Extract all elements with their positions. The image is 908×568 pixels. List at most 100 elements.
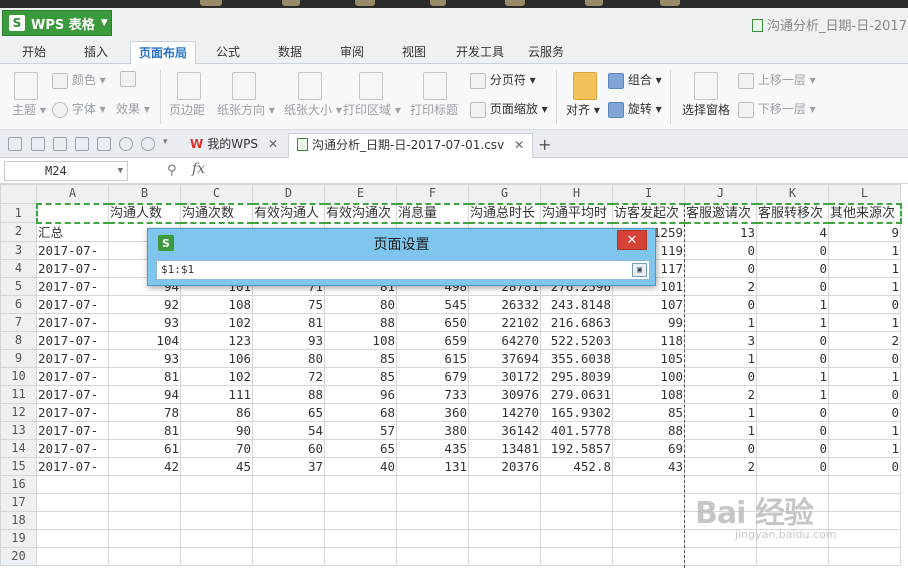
cell[interactable]: 1 (756, 294, 829, 314)
cell[interactable] (540, 492, 613, 512)
cell[interactable]: 192.5857 (540, 438, 613, 458)
cell[interactable]: 106 (180, 348, 253, 368)
cell[interactable] (36, 510, 109, 530)
cell[interactable]: 64270 (468, 330, 541, 350)
column-header[interactable]: G (468, 184, 541, 204)
cell[interactable]: 汇总 (36, 222, 109, 242)
cell[interactable]: 4 (756, 222, 829, 242)
cell[interactable] (396, 546, 469, 566)
print-titles-button[interactable]: 打印标题 (410, 101, 458, 118)
cell[interactable]: 2017-07- (36, 366, 109, 386)
cell[interactable]: 295.8039 (540, 366, 613, 386)
tab-page-layout[interactable]: 页面布局 (130, 41, 197, 64)
cell[interactable] (612, 546, 685, 566)
align-button[interactable]: 对齐 ▾ (566, 101, 600, 118)
cell[interactable]: 99 (612, 312, 685, 332)
cell[interactable]: 其他来源次 (828, 202, 902, 224)
cell[interactable]: 14270 (468, 402, 541, 422)
cell[interactable] (324, 528, 397, 548)
row-header[interactable]: 16 (0, 474, 37, 494)
cell[interactable]: 72 (252, 366, 325, 386)
cell[interactable]: 108 (324, 330, 397, 350)
page-break-button[interactable]: 分页符 ▾ (470, 71, 536, 89)
column-header[interactable]: I (612, 184, 685, 204)
magnifier-icon[interactable]: ⚲ (167, 163, 177, 178)
color-button[interactable]: 颜色 ▾ (52, 71, 106, 89)
cell[interactable] (180, 546, 253, 566)
cell[interactable]: 访客发起次 (612, 202, 685, 224)
cell[interactable] (612, 492, 685, 512)
cell[interactable]: 81 (108, 366, 181, 386)
cell[interactable]: 2017-07- (36, 276, 109, 296)
cell[interactable]: 452.8 (540, 456, 613, 476)
cell[interactable]: 1 (828, 240, 901, 260)
cell[interactable]: 0 (756, 348, 829, 368)
tab-home[interactable]: 开始 (14, 41, 54, 64)
cell[interactable]: 1 (828, 420, 901, 440)
cell[interactable]: 0 (828, 384, 901, 404)
tab-formulas[interactable]: 公式 (208, 41, 248, 64)
cell[interactable]: 2 (684, 456, 757, 476)
cell[interactable]: 0 (756, 438, 829, 458)
cell[interactable]: 2017-07- (36, 402, 109, 422)
paper-size-button[interactable]: 纸张大小 ▾ (284, 101, 342, 118)
cell[interactable]: 545 (396, 294, 469, 314)
font-button[interactable]: 字体 ▾ (52, 100, 106, 118)
cell[interactable] (540, 510, 613, 530)
cell[interactable] (396, 492, 469, 512)
cell[interactable]: 0 (828, 294, 901, 314)
cell[interactable]: 30976 (468, 384, 541, 404)
print-preview-icon[interactable] (97, 137, 111, 151)
cell[interactable] (828, 510, 901, 530)
cell[interactable] (828, 546, 901, 566)
cell[interactable]: 75 (252, 294, 325, 314)
cell[interactable]: 522.5203 (540, 330, 613, 350)
cell[interactable] (468, 510, 541, 530)
cell[interactable]: 37 (252, 456, 325, 476)
close-tab-icon[interactable]: ✕ (514, 138, 524, 152)
cell[interactable]: 0 (756, 240, 829, 260)
cell[interactable]: 2017-07- (36, 294, 109, 314)
cell[interactable]: 沟通人数 (108, 202, 181, 224)
row-header[interactable]: 13 (0, 420, 37, 440)
select-all-corner[interactable] (0, 184, 37, 204)
row-header[interactable]: 11 (0, 384, 37, 404)
cell[interactable]: 1 (756, 384, 829, 404)
open-folder-icon[interactable] (8, 137, 22, 151)
cell[interactable]: 435 (396, 438, 469, 458)
column-header[interactable]: K (756, 184, 829, 204)
cell[interactable]: 1 (828, 258, 901, 278)
cell[interactable]: 42 (108, 456, 181, 476)
effect-button[interactable]: 效果 ▾ (116, 100, 150, 117)
tab-csv-file[interactable]: 沟通分析_日期-日-2017-07-01.csv ✕ (288, 133, 534, 158)
cell[interactable]: 104 (108, 330, 181, 350)
cell[interactable]: 1 (828, 366, 901, 386)
cell[interactable]: 92 (108, 294, 181, 314)
column-header[interactable]: F (396, 184, 469, 204)
cell[interactable]: 118 (612, 330, 685, 350)
cell[interactable]: 85 (324, 348, 397, 368)
send-backward-button[interactable]: 下移一层 ▾ (738, 100, 816, 118)
cell[interactable]: 69 (612, 438, 685, 458)
cell[interactable] (612, 474, 685, 494)
cell[interactable] (324, 492, 397, 512)
cell[interactable]: 94 (108, 384, 181, 404)
cell[interactable] (252, 510, 325, 530)
cell[interactable]: 2017-07- (36, 240, 109, 260)
expand-dialog-icon[interactable]: ▣ (632, 263, 647, 277)
effect-icon-button[interactable] (120, 71, 136, 87)
row-header[interactable]: 10 (0, 366, 37, 386)
name-box[interactable]: M24 ▼ (4, 161, 128, 181)
cell[interactable] (35, 202, 109, 224)
cell[interactable]: 40 (324, 456, 397, 476)
column-header[interactable]: E (324, 184, 397, 204)
cell[interactable]: 0 (756, 402, 829, 422)
cell[interactable]: 0 (756, 276, 829, 296)
undo-icon[interactable] (119, 137, 133, 151)
cell[interactable]: 2017-07- (36, 312, 109, 332)
cell[interactable]: 45 (180, 456, 253, 476)
cell[interactable]: 60 (252, 438, 325, 458)
row-header[interactable]: 2 (0, 222, 37, 242)
cell[interactable] (396, 528, 469, 548)
column-header[interactable]: A (36, 184, 109, 204)
